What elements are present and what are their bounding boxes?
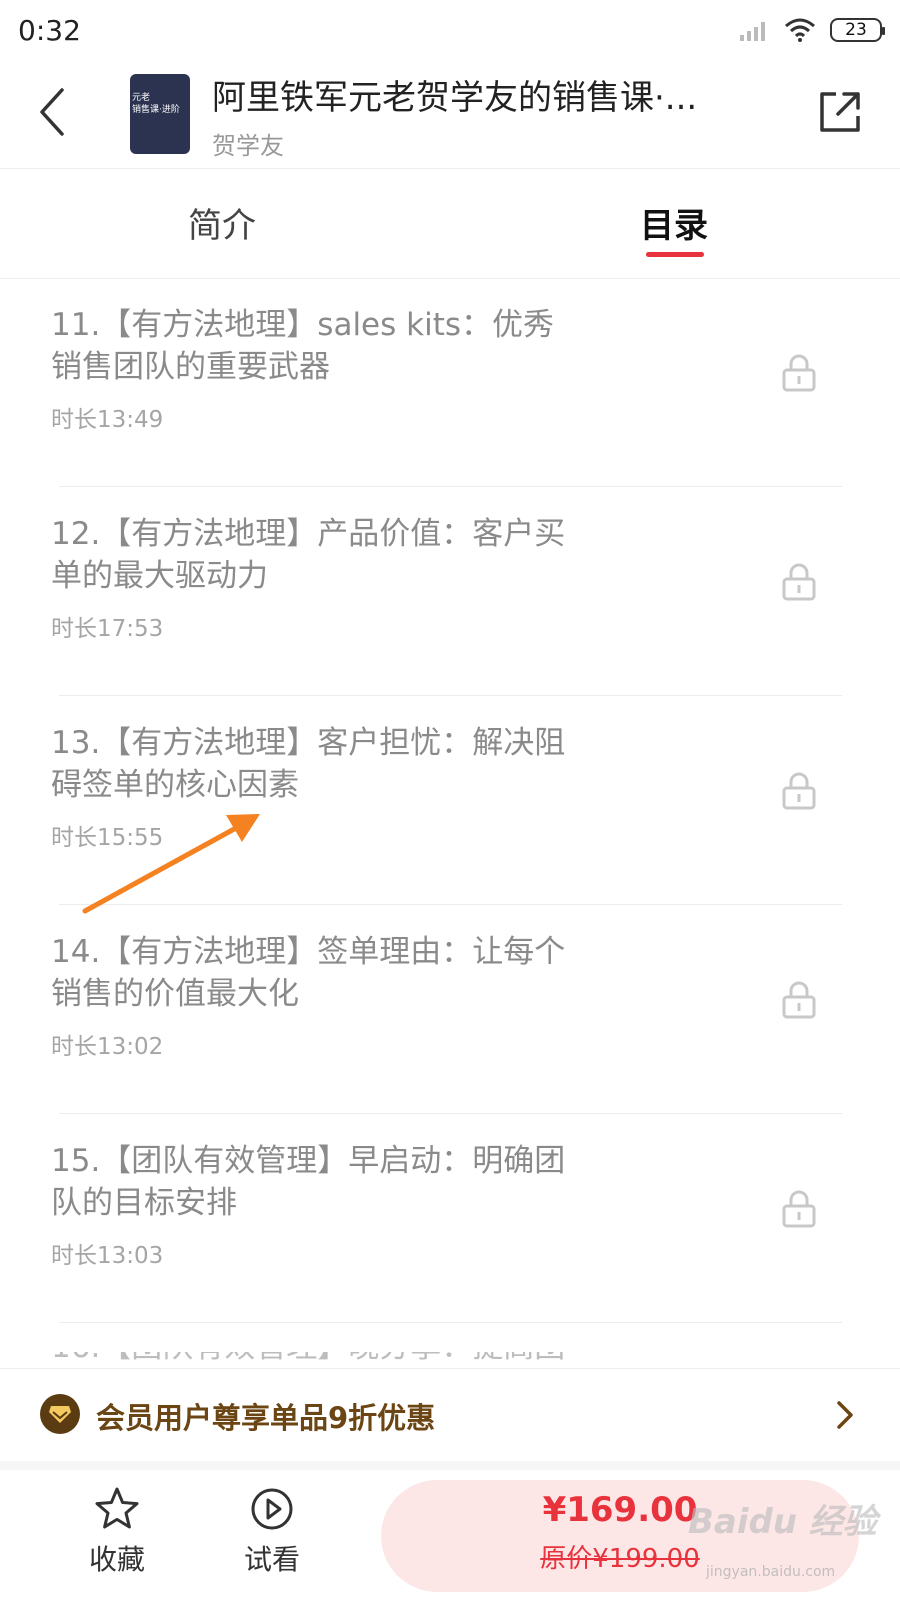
wifi-icon [785,18,815,42]
back-icon[interactable] [34,86,74,138]
lock-icon [782,1190,816,1228]
trial-button[interactable]: 试看 [232,1486,312,1578]
status-icons: 23 [738,18,885,42]
tab-catalog[interactable]: 目录 [640,198,708,247]
partial-episode-title: 16.【团队有效管理】晚分享：提高团 [51,1352,565,1365]
favorite-label: 收藏 [88,1543,145,1576]
course-cover[interactable]: 元老 销售课·进阶 [130,74,190,154]
status-time: 0:32 [18,13,81,47]
tab-active-indicator [646,252,704,257]
chevron-right-icon [837,1401,853,1429]
lock-icon [782,981,816,1019]
list-item-partial[interactable]: 16.【团队有效管理】晚分享：提高团 [51,1352,565,1368]
lock-icon [782,354,816,392]
cover-text-2: 销售课·进阶 [132,105,180,115]
episode-duration: 时长15:55 [51,825,164,851]
episode-title: 15.【团队有效管理】早启动：明确团 队的目标安排 [51,1143,566,1221]
tab-intro[interactable]: 简介 [188,198,256,247]
trial-label: 试看 [243,1543,300,1576]
signal-icon [740,22,765,41]
course-header: 元老 销售课·进阶 阿里铁军元老贺学友的销售课·... 贺学友 [0,60,900,169]
lock-icon [782,772,816,810]
list-item[interactable]: 12.【有方法地理】产品价值：客户买 单的最大驱动力 时长17:53 [0,487,900,696]
list-item[interactable]: 11.【有方法地理】sales kits：优秀 销售团队的重要武器 时长13:49 [0,278,900,487]
episode-title: 12.【有方法地理】产品价值：客户买 单的最大驱动力 [51,516,566,594]
episode-title: 11.【有方法地理】sales kits：优秀 销售团队的重要武器 [51,307,555,385]
share-icon[interactable] [816,88,864,136]
episode-title: 14.【有方法地理】签单理由：让每个 销售的价值最大化 [51,934,566,1012]
play-circle-icon [251,1488,293,1530]
list-item[interactable]: 14.【有方法地理】签单理由：让每个 销售的价值最大化 时长13:02 [0,905,900,1114]
favorite-button[interactable]: 收藏 [77,1486,157,1578]
baidu-watermark-url: jingyan.baidu.com [706,1564,836,1580]
cover-text-1: 元老 [132,93,151,103]
status-bar: 0:32 23 [0,0,900,60]
battery-level: 23 [845,20,867,40]
episode-duration: 时长13:03 [51,1243,164,1269]
battery-indicator: 23 [830,18,885,42]
tab-bar: 简介 目录 [0,168,900,279]
lock-icon [782,563,816,601]
member-badge-icon [40,1394,80,1434]
episode-list: 11.【有方法地理】sales kits：优秀 销售团队的重要武器 时长13:49… [0,278,900,1323]
episode-duration: 时长13:49 [51,407,164,433]
baidu-watermark: Baidu 经验 [688,1502,877,1542]
divider [59,1322,842,1323]
member-discount-text: 会员用户尊享单品9折优惠 [96,1401,436,1435]
list-item[interactable]: 13.【有方法地理】客户担忧：解决阻 碍签单的核心因素 时长15:55 [0,696,900,905]
episode-duration: 时长13:02 [51,1034,164,1060]
course-title: 阿里铁军元老贺学友的销售课·... [212,78,698,118]
episode-title: 13.【有方法地理】客户担忧：解决阻 碍签单的核心因素 [51,725,566,803]
list-item[interactable]: 15.【团队有效管理】早启动：明确团 队的目标安排 时长13:03 [0,1114,900,1323]
member-discount-banner[interactable]: 会员用户尊享单品9折优惠 [0,1368,900,1471]
episode-duration: 时长17:53 [51,616,164,642]
course-author: 贺学友 [212,132,284,160]
star-icon [95,1487,139,1529]
